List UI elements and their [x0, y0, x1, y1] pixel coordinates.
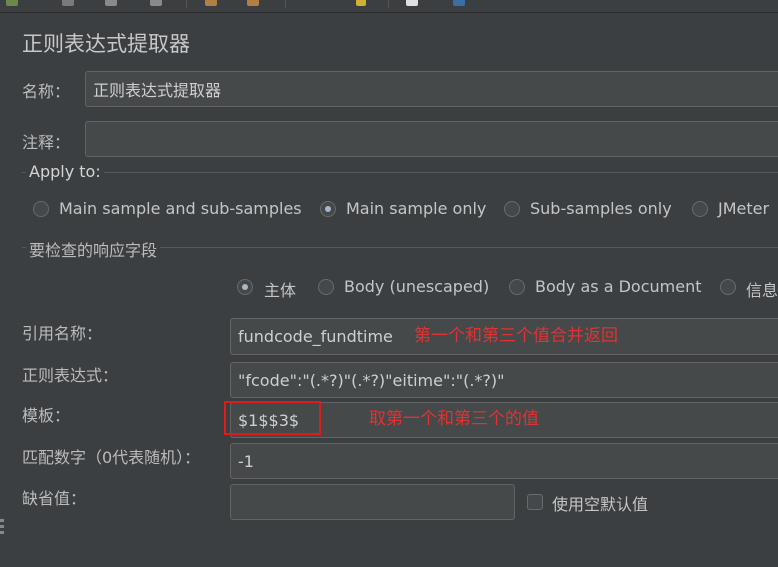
- radio-sub-only-label[interactable]: Sub-samples only: [530, 199, 672, 218]
- radio-body-label[interactable]: 主体: [264, 277, 296, 301]
- use-empty-default-checkbox[interactable]: [527, 494, 543, 510]
- toolbar-separator: [285, 0, 286, 8]
- radio-info-label[interactable]: 信息: [746, 277, 778, 301]
- radio-info[interactable]: [720, 279, 736, 295]
- ref-name-annotation: 第一个和第三个值合并返回: [414, 326, 618, 346]
- toolbar-icon[interactable]: [453, 0, 465, 6]
- template-annotation: 取第一个和第三个的值: [369, 409, 539, 429]
- toolbar: [0, 0, 778, 13]
- response-field-label: 要检查的响应字段: [26, 237, 161, 261]
- toolbar-icon[interactable]: [356, 0, 366, 6]
- radio-body-as-document-label[interactable]: Body as a Document: [535, 277, 701, 296]
- splitter-grip[interactable]: [0, 525, 4, 528]
- toolbar-icon[interactable]: [205, 0, 217, 6]
- ref-name-value: fundcode_fundtime: [238, 327, 393, 346]
- template-highlight-box: [224, 401, 321, 435]
- toolbar-icon[interactable]: [406, 0, 418, 6]
- toolbar-icon[interactable]: [150, 0, 162, 6]
- comment-input[interactable]: [85, 121, 778, 157]
- toolbar-separator: [388, 0, 389, 8]
- radio-main-only-label[interactable]: Main sample only: [346, 199, 486, 218]
- use-empty-default-label[interactable]: 使用空默认值: [552, 491, 648, 515]
- match-no-value: -1: [238, 451, 254, 471]
- name-value: 正则表达式提取器: [93, 81, 222, 100]
- toolbar-icon[interactable]: [62, 0, 74, 6]
- splitter-grip[interactable]: [0, 519, 4, 522]
- apply-to-border: [22, 172, 778, 173]
- name-input[interactable]: 正则表达式提取器: [85, 71, 778, 107]
- radio-body-as-document[interactable]: [509, 279, 525, 295]
- template-label: 模板：: [22, 406, 71, 425]
- regex-value: "fcode":"(.*?)"(.*?)"eitime":"(.*?)": [238, 370, 505, 390]
- toolbar-icon[interactable]: [6, 0, 18, 6]
- radio-main-and-sub[interactable]: [33, 201, 49, 217]
- toolbar-icon[interactable]: [105, 0, 117, 6]
- ref-name-label: 引用名称：: [22, 324, 103, 343]
- radio-main-only[interactable]: [320, 201, 336, 217]
- regex-label: 正则表达式：: [22, 366, 119, 385]
- radio-main-and-sub-label[interactable]: Main sample and sub-samples: [59, 199, 302, 218]
- comment-label: 注释：: [22, 133, 71, 152]
- radio-jmeter[interactable]: [692, 201, 708, 217]
- page-title: 正则表达式提取器: [22, 32, 190, 56]
- toolbar-icon[interactable]: [247, 0, 259, 6]
- name-label: 名称：: [22, 82, 71, 101]
- apply-to-label-text: Apply to:: [29, 162, 101, 181]
- radio-body[interactable]: [237, 279, 253, 295]
- default-value-label: 缺省值：: [22, 489, 87, 508]
- radio-body-unescaped-label[interactable]: Body (unescaped): [344, 277, 489, 296]
- regex-input[interactable]: "fcode":"(.*?)"(.*?)"eitime":"(.*?)": [230, 362, 778, 398]
- match-no-input[interactable]: -1: [230, 443, 778, 479]
- splitter-grip[interactable]: [0, 531, 4, 534]
- apply-to-label: Apply to:: [26, 162, 104, 181]
- radio-sub-only[interactable]: [504, 201, 520, 217]
- radio-body-unescaped[interactable]: [318, 279, 334, 295]
- match-no-label: 匹配数字（0代表随机）：: [22, 448, 201, 467]
- radio-jmeter-label[interactable]: JMeter: [718, 199, 769, 218]
- response-field-label-text: 要检查的响应字段: [29, 241, 158, 260]
- toolbar-separator: [186, 0, 187, 8]
- default-value-input[interactable]: [230, 484, 515, 520]
